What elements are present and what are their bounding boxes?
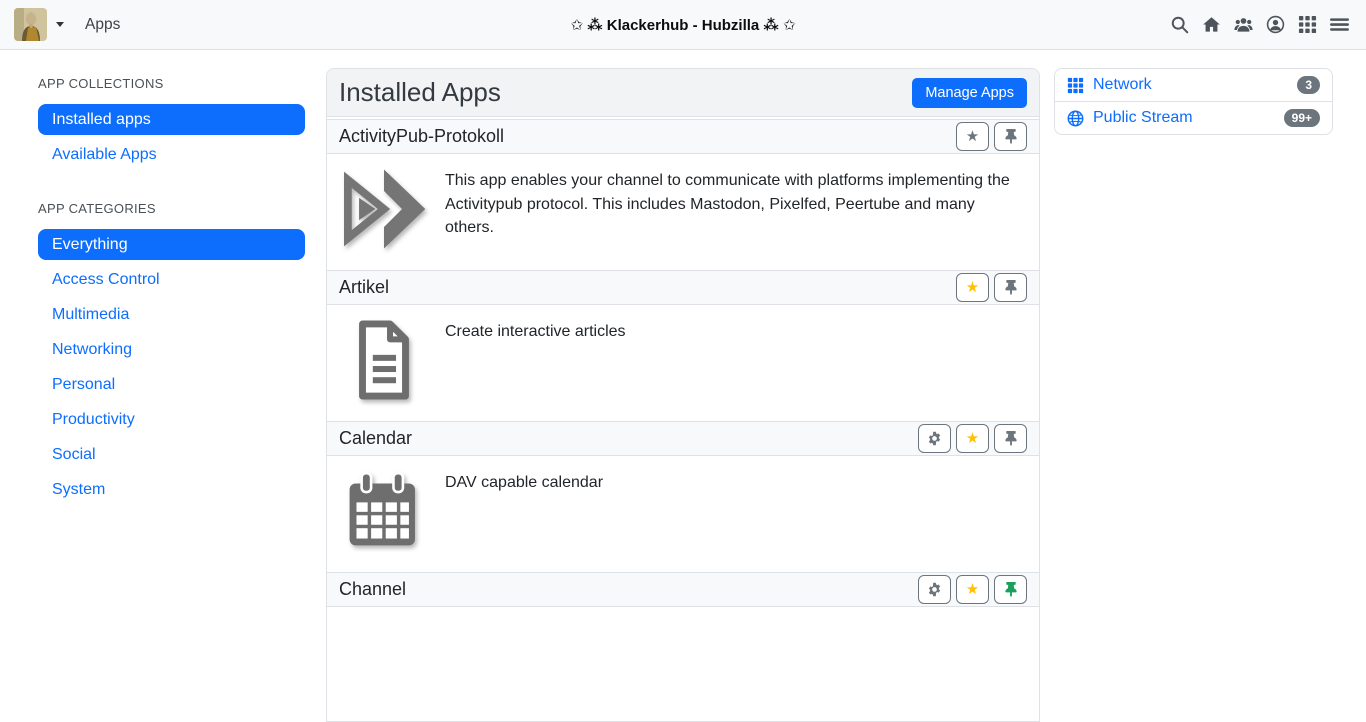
star-button[interactable]: ★ <box>956 273 989 302</box>
app-body: This app enables your channel to communi… <box>327 154 1039 268</box>
star-icon: ★ <box>966 582 979 597</box>
notifications-panel: Network 3 Public Stream 99+ <box>1054 68 1333 135</box>
manage-apps-button[interactable]: Manage Apps <box>912 78 1027 108</box>
pin-button[interactable] <box>994 424 1027 453</box>
pin-icon <box>1005 582 1017 597</box>
pin-button[interactable] <box>994 273 1027 302</box>
star-button[interactable]: ★ <box>956 122 989 151</box>
calendar-icon <box>339 468 429 554</box>
star-icon: ★ <box>966 280 979 295</box>
app-name: Calendar <box>339 428 412 449</box>
connections-icon[interactable] <box>1234 15 1253 34</box>
app-section-calendar: Calendar ★ <box>327 419 1039 570</box>
app-body: DAV capable calendar <box>327 456 1039 570</box>
app-section-activitypub: ActivityPub-Protokoll ★ This app enables… <box>327 117 1039 268</box>
article-icon <box>339 317 429 403</box>
network-label: Network <box>1093 76 1152 94</box>
app-description: Create interactive articles <box>445 317 626 344</box>
account-icon[interactable] <box>1266 15 1285 34</box>
pin-button[interactable] <box>994 122 1027 151</box>
categories-header: APP CATEGORIES <box>38 201 305 216</box>
public-stream-label: Public Stream <box>1093 109 1193 127</box>
pin-icon <box>1005 280 1017 295</box>
sidebar-item-available-apps[interactable]: Available Apps <box>38 139 305 170</box>
categories-list: Everything Access Control Multimedia Net… <box>38 229 305 505</box>
grid-icon <box>1067 77 1084 94</box>
home-icon[interactable] <box>1202 15 1221 34</box>
app-header: Artikel ★ <box>327 270 1039 305</box>
network-badge: 3 <box>1297 76 1320 94</box>
channel-avatar[interactable] <box>14 8 47 41</box>
sidebar-item-social[interactable]: Social <box>38 439 305 470</box>
public-stream-link[interactable]: Public Stream 99+ <box>1055 101 1332 134</box>
app-body: Create interactive articles <box>327 305 1039 419</box>
app-name: Artikel <box>339 277 389 298</box>
collections-header: APP COLLECTIONS <box>38 76 305 91</box>
app-name: ActivityPub-Protokoll <box>339 126 504 147</box>
sidebar-item-access-control[interactable]: Access Control <box>38 264 305 295</box>
top-navbar: Apps ✩ ⁂ Klackerhub - Hubzilla ⁂ ✩ <box>0 0 1366 50</box>
app-description: DAV capable calendar <box>445 468 603 495</box>
installed-apps-panel: Installed Apps Manage Apps ActivityPub-P… <box>326 68 1040 722</box>
star-icon: ★ <box>966 129 979 144</box>
channel-menu[interactable] <box>14 8 64 41</box>
pin-icon <box>1005 431 1017 446</box>
apps-grid-icon[interactable] <box>1298 15 1317 34</box>
sidebar-item-personal[interactable]: Personal <box>38 369 305 400</box>
pin-icon <box>1005 129 1017 144</box>
sidebar-item-system[interactable]: System <box>38 474 305 505</box>
network-link[interactable]: Network 3 <box>1055 69 1332 101</box>
activitypub-icon <box>339 166 429 252</box>
search-icon[interactable] <box>1170 15 1189 34</box>
app-sidebar: APP COLLECTIONS Installed apps Available… <box>38 76 305 536</box>
app-description: This app enables your channel to communi… <box>445 166 1027 240</box>
app-header: ActivityPub-Protokoll ★ <box>327 119 1039 154</box>
sidebar-item-everything[interactable]: Everything <box>38 229 305 260</box>
gear-icon <box>927 582 942 597</box>
panel-header: Installed Apps Manage Apps <box>327 69 1039 117</box>
sidebar-item-networking[interactable]: Networking <box>38 334 305 365</box>
app-name: Channel <box>339 579 406 600</box>
app-body <box>327 607 1039 721</box>
chevron-down-icon[interactable] <box>56 22 64 27</box>
site-title: ✩ ⁂ Klackerhub - Hubzilla ⁂ ✩ <box>0 16 1366 34</box>
app-header: Channel ★ <box>327 572 1039 607</box>
star-button[interactable]: ★ <box>956 575 989 604</box>
settings-button[interactable] <box>918 424 951 453</box>
page-title: Apps <box>85 16 120 34</box>
sidebar-item-multimedia[interactable]: Multimedia <box>38 299 305 330</box>
panel-title: Installed Apps <box>339 77 501 108</box>
app-section-artikel: Artikel ★ Create interactive articles <box>327 268 1039 419</box>
app-header: Calendar ★ <box>327 421 1039 456</box>
app-section-channel: Channel ★ <box>327 570 1039 721</box>
gear-icon <box>927 431 942 446</box>
globe-icon <box>1067 110 1084 127</box>
pin-button[interactable] <box>994 575 1027 604</box>
sidebar-item-installed-apps[interactable]: Installed apps <box>38 104 305 135</box>
collections-list: Installed apps Available Apps <box>38 104 305 170</box>
navbar-actions <box>1170 15 1366 34</box>
menu-icon[interactable] <box>1330 15 1349 34</box>
settings-button[interactable] <box>918 575 951 604</box>
public-stream-badge: 99+ <box>1284 109 1320 127</box>
sidebar-item-productivity[interactable]: Productivity <box>38 404 305 435</box>
star-button[interactable]: ★ <box>956 424 989 453</box>
star-icon: ★ <box>966 431 979 446</box>
